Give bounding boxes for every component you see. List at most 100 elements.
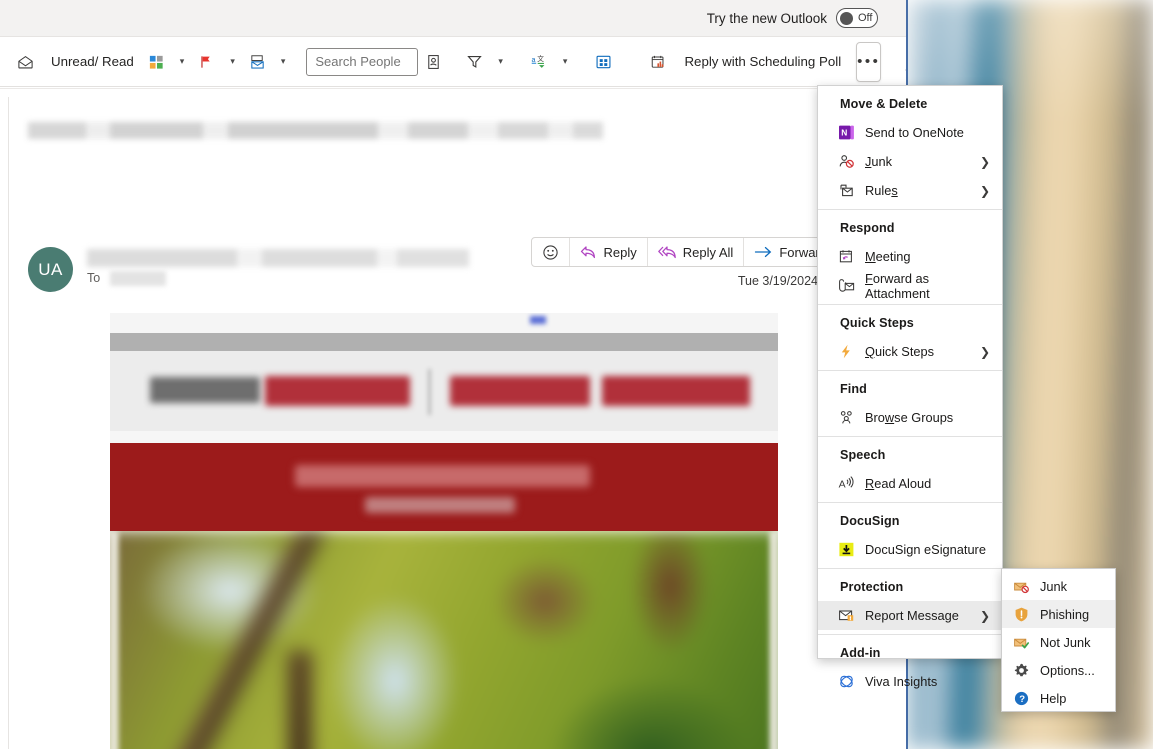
svg-text:?: ? (1019, 694, 1025, 705)
chevron-down-icon[interactable]: ▾ (563, 57, 568, 66)
message-recipient-redacted (110, 271, 166, 286)
submenu-item-label: Help (1040, 690, 1067, 706)
forward-attachment-icon (838, 277, 855, 294)
translate-button[interactable]: a 文 ▾ (524, 45, 575, 79)
read-aloud-icon: A (838, 475, 855, 492)
newsletter-dept-text-1 (450, 376, 590, 406)
smiley-react-icon (543, 244, 559, 260)
filter-button[interactable]: ▾ (459, 45, 510, 79)
unread-read-label: Unread/ Read (51, 54, 134, 69)
svg-text:A: A (839, 479, 846, 491)
svg-text:N: N (841, 128, 847, 138)
to-label: To (87, 271, 101, 285)
chevron-down-icon[interactable]: ▾ (498, 57, 503, 66)
scheduling-poll-icon (650, 53, 667, 70)
menu-item-label: Rules (865, 183, 898, 198)
ribbon-toolbar: Unread/ Read ▾ ▾ ▾ Search People ▾ a 文 ▾… (0, 37, 906, 87)
not-junk-envelope-icon (1013, 634, 1030, 651)
report-message-submenu: Junk Phishing Not Junk Options... ? Help (1001, 568, 1116, 712)
menu-item-read-aloud[interactable]: A Read Aloud (818, 469, 1002, 498)
menu-group-title-quick-steps: Quick Steps (840, 316, 914, 330)
address-book-button[interactable] (418, 45, 459, 79)
reply-all-label: Reply All (682, 244, 734, 260)
chevron-right-icon: ❯ (979, 154, 990, 169)
chevron-down-icon[interactable]: ▾ (180, 57, 185, 66)
submenu-item-junk[interactable]: Junk (1002, 572, 1115, 600)
newsletter-logo-mark (150, 377, 260, 403)
reply-all-button[interactable]: Reply All (648, 238, 745, 266)
top-bar: Try the new Outlook Off (0, 0, 906, 37)
submenu-item-options[interactable]: Options... (1002, 656, 1115, 684)
reply-all-arrow-icon (657, 245, 676, 258)
menu-item-quick-steps[interactable]: Quick Steps ❯ (818, 337, 1002, 366)
svg-text:文: 文 (537, 54, 544, 63)
submenu-item-not-junk[interactable]: Not Junk (1002, 628, 1115, 656)
menu-item-label: Report Message (865, 608, 959, 623)
menu-divider (818, 436, 1002, 437)
search-people-input[interactable] (306, 47, 419, 76)
newsletter-banner (110, 443, 778, 531)
reply-button[interactable]: Reply (570, 238, 648, 266)
move-button[interactable]: ▾ (242, 45, 293, 79)
chevron-down-icon[interactable]: ▾ (281, 57, 286, 66)
viva-insights-icon (838, 673, 855, 690)
submenu-item-label: Not Junk (1040, 634, 1091, 650)
newsletter-photo-wrap (110, 531, 778, 749)
menu-item-docusign-esignature[interactable]: DocuSign eSignature (818, 535, 1002, 564)
address-book-icon (425, 53, 442, 70)
reading-pane-rule (8, 97, 9, 749)
menu-item-viva-insights[interactable]: Viva Insights (818, 667, 1002, 696)
submenu-item-label: Phishing (1040, 606, 1090, 622)
react-button[interactable] (532, 238, 571, 266)
photo-branch (130, 531, 360, 749)
menu-item-label: Send to OneNote (865, 125, 964, 140)
more-commands-button[interactable]: ••• (856, 41, 882, 82)
photo-margin-left (110, 531, 118, 749)
menu-item-forward-as-attachment[interactable]: Forward as Attachment (818, 270, 1002, 301)
docusign-icon (838, 541, 855, 558)
new-outlook-toggle[interactable]: Off (836, 8, 878, 28)
apps-button[interactable] (588, 45, 629, 79)
menu-item-rules[interactable]: Rules ❯ (818, 176, 1002, 205)
menu-divider (818, 209, 1002, 210)
outlook-window: Try the new Outlook Off Unread/ Read ▾ ▾… (0, 0, 906, 749)
open-envelope-icon (17, 53, 34, 70)
chevron-down-icon[interactable]: ▾ (230, 57, 235, 66)
toggle-knob (840, 11, 853, 25)
submenu-item-help[interactable]: ? Help (1002, 684, 1115, 712)
menu-divider (818, 304, 1002, 305)
categorize-button[interactable]: ▾ (141, 45, 192, 79)
message-sender-redacted (87, 249, 469, 267)
forward-arrow-icon (755, 246, 772, 258)
message-action-group: Reply Reply All Forward (531, 237, 838, 267)
newsletter-grey-bar (110, 333, 778, 351)
flag-button[interactable]: ▾ (191, 45, 242, 79)
junk-envelope-icon (1013, 578, 1030, 595)
menu-item-label: Forward as Attachment (865, 270, 930, 301)
menu-item-label: Viva Insights (865, 674, 938, 689)
menu-item-meeting[interactable]: Meeting (818, 242, 1002, 271)
menu-group-title-add-in: Add-in (840, 646, 881, 660)
newsletter-photo (110, 531, 778, 749)
onenote-icon: N (838, 124, 855, 141)
avatar-initials: UA (38, 259, 63, 279)
apps-grid-icon (595, 53, 612, 70)
reply-arrow-icon (581, 245, 596, 258)
unread-read-button[interactable]: Unread/ Read (10, 45, 141, 79)
scheduling-poll-button[interactable]: Reply with Scheduling Poll (643, 45, 848, 79)
chevron-right-icon: ❯ (979, 608, 990, 623)
menu-item-label: DocuSign eSignature (865, 542, 986, 557)
menu-item-browse-groups[interactable]: Browse Groups (818, 403, 1002, 432)
menu-item-label: Meeting (865, 249, 911, 264)
photo-trunk (288, 651, 312, 749)
menu-item-report-message[interactable]: Report Message ❯ (818, 601, 1002, 630)
menu-group-title-docusign: DocuSign (840, 514, 900, 528)
move-to-folder-icon (249, 53, 266, 70)
submenu-item-phishing[interactable]: Phishing (1002, 600, 1115, 628)
collapse-ribbon-button[interactable] (905, 45, 906, 79)
menu-group-title-respond: Respond (840, 221, 895, 235)
menu-item-send-to-onenote[interactable]: N Send to OneNote (818, 118, 1002, 147)
gear-icon (1013, 662, 1030, 679)
menu-item-junk[interactable]: Junk ❯ (818, 147, 1002, 176)
toggle-state-label: Off (858, 12, 873, 24)
